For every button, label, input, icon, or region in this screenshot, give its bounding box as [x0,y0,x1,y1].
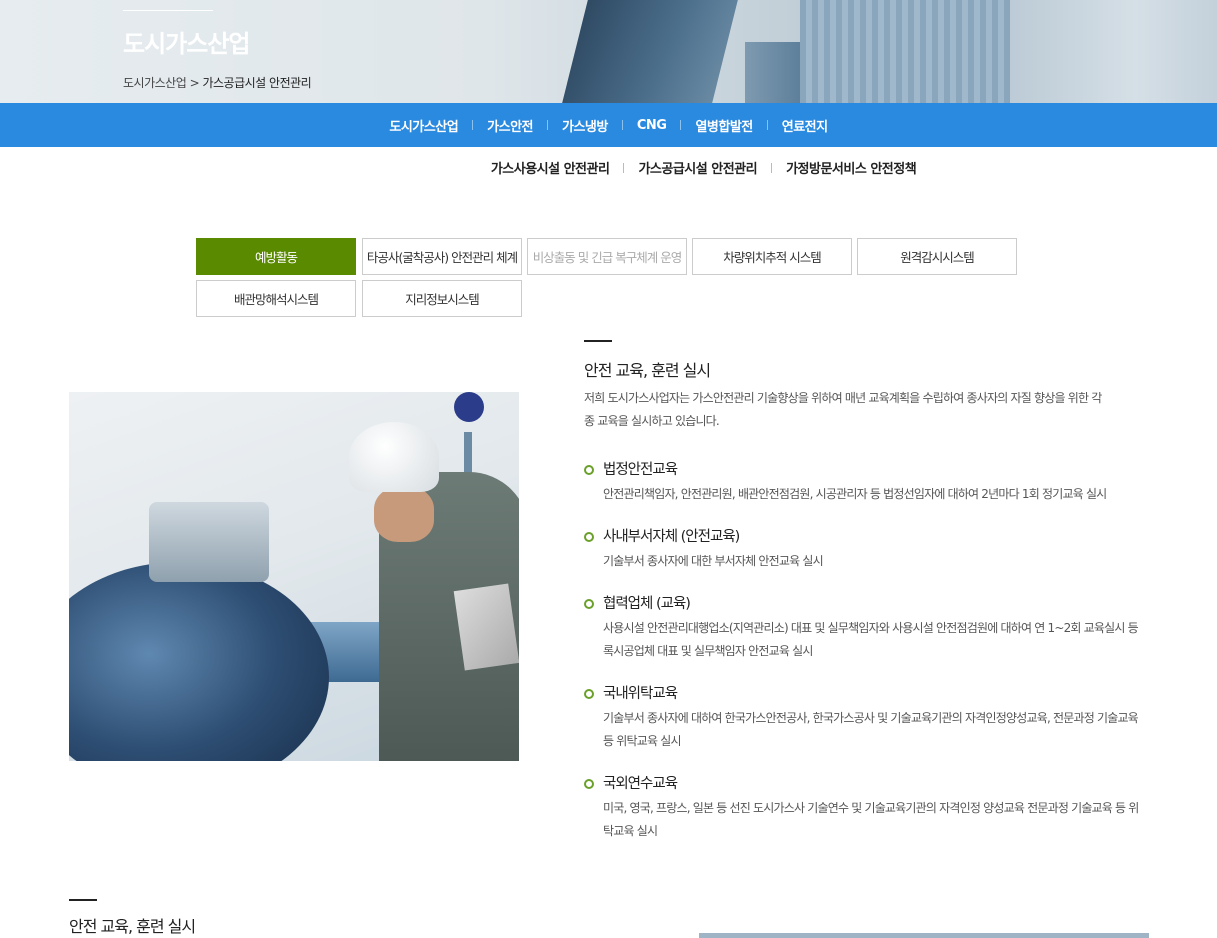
main-nav-item-cng[interactable]: CNG [623,118,681,133]
list-item: 법정안전교육 안전관리책임자, 안전관리원, 배관안전점검원, 시공관리자 등 … [584,460,1144,506]
item-heading: 국내위탁교육 [603,686,678,702]
item-description: 안전관리책임자, 안전관리원, 배관안전점검원, 시공관리자 등 법정선임자에 … [603,487,1107,501]
section-intro: 저희 도시가스사업자는 가스안전관리 기술향상을 위하여 매년 교육계획을 수립… [584,391,1102,428]
building-image [1010,0,1217,103]
tab-excavation-safety[interactable]: 타공사(굴착공사) 안전관리 체계 [362,238,522,275]
item-description: 기술부서 종사자에 대한 부서자체 안전교육 실시 [603,554,824,568]
page-title: 도시가스산업 [123,30,250,58]
breadcrumb-item-home[interactable]: 도시가스산업 [123,74,187,91]
worker-face [374,487,434,542]
tab-pipeline-analysis[interactable]: 배관망해석시스템 [196,280,356,317]
education-list: 법정안전교육 안전관리책임자, 안전관리원, 배관안전점검원, 시공관리자 등 … [584,460,1144,864]
main-nav-item-city-gas[interactable]: 도시가스산업 [375,116,472,135]
helmet-shape [349,422,439,492]
building-image [562,0,738,103]
sub-nav: 가스사용시설 안전관리 가스공급시설 안전관리 가정방문서비스 안전정책 [0,158,1217,177]
item-description: 미국, 영국, 프랑스, 일본 등 선진 도시가스사 기술연수 및 기술교육기관… [603,801,1139,838]
section-title: 안전 교육, 훈련 실시 [584,361,711,380]
gauge-shape [454,392,484,422]
bullet-icon [584,689,594,699]
tab-gis[interactable]: 지리정보시스템 [362,280,522,317]
breadcrumb: 도시가스산업 > 가스공급시설 안전관리 [123,74,312,91]
tab-vehicle-tracking[interactable]: 차량위치추적 시스템 [692,238,852,275]
item-description: 사용시설 안전관리대행업소(지역관리소) 대표 및 실무책임자와 사용시설 안전… [603,621,1139,658]
tab-emergency-response[interactable]: 비상출동 및 긴급 복구체계 운영 [527,238,687,275]
worker-inspection-photo [69,392,519,761]
bullet-icon [584,532,594,542]
section-image [699,933,1149,938]
main-nav-item-gas-cooling[interactable]: 가스냉방 [548,116,622,135]
valve-shape [149,502,269,582]
sub-nav-item-supply-facility[interactable]: 가스공급시설 안전관리 [624,158,771,177]
bullet-icon [584,599,594,609]
main-nav-item-fuel-cell[interactable]: 연료전지 [768,116,842,135]
tab-prevention[interactable]: 예방활동 [196,238,356,275]
clipboard-shape [453,583,519,671]
main-nav: 도시가스산업 가스안전 가스냉방 CNG 열병합발전 연료전지 [0,103,1217,147]
item-heading: 사내부서자체 (안전교육) [603,529,740,545]
bullet-icon [584,465,594,475]
breadcrumb-item-current: 가스공급시설 안전관리 [202,76,312,90]
bullet-icon [584,779,594,789]
main-nav-item-cogeneration[interactable]: 열병합발전 [681,116,766,135]
pipe-shape [69,562,329,761]
section-title: 안전 교육, 훈련 실시 [69,917,196,936]
sub-nav-item-home-visit[interactable]: 가정방문서비스 안전정책 [772,158,930,177]
title-rule [123,10,213,11]
building-image [800,0,1010,103]
list-item: 협력업체 (교육) 사용시설 안전관리대행업소(지역관리소) 대표 및 실무책임… [584,594,1144,663]
main-nav-item-gas-safety[interactable]: 가스안전 [473,116,547,135]
section-rule [584,340,612,342]
section-rule [69,899,97,901]
list-item: 국내위탁교육 기술부서 종사자에 대하여 한국가스안전공사, 한국가스공사 및 … [584,684,1144,753]
tab-remote-monitoring[interactable]: 원격감시시스템 [857,238,1017,275]
hero-banner: 도시가스산업 도시가스산업 > 가스공급시설 안전관리 [0,0,1217,103]
building-image [745,42,805,103]
breadcrumb-separator: > [189,76,200,90]
list-item: 사내부서자체 (안전교육) 기술부서 종사자에 대한 부서자체 안전교육 실시 [584,527,1144,573]
item-heading: 협력업체 (교육) [603,596,691,612]
item-heading: 법정안전교육 [603,462,678,478]
sub-nav-item-usage-facility[interactable]: 가스사용시설 안전관리 [477,158,624,177]
list-item: 국외연수교육 미국, 영국, 프랑스, 일본 등 선진 도시가스사 기술연수 및… [584,774,1144,843]
item-description: 기술부서 종사자에 대하여 한국가스안전공사, 한국가스공사 및 기술교육기관의… [603,711,1139,748]
item-heading: 국외연수교육 [603,776,678,792]
